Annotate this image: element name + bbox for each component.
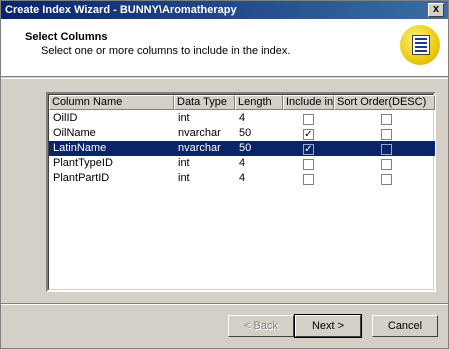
document-icon	[412, 35, 430, 55]
sort-desc-checkbox[interactable]	[381, 114, 392, 125]
cell-length: 50	[239, 142, 252, 154]
wizard-window: Create Index Wizard - BUNNY\Aromatherapy…	[0, 0, 449, 349]
cell-data-type: int	[178, 157, 190, 169]
cell-column-name: PlantTypeID	[53, 157, 113, 169]
include-checkbox[interactable]	[303, 174, 314, 185]
include-checkbox[interactable]: ✓	[303, 144, 314, 155]
table-row[interactable]: PlantTypeID int 4	[49, 156, 435, 171]
cell-column-name: OilID	[53, 112, 78, 124]
cell-data-type: int	[178, 112, 190, 124]
cell-length: 4	[239, 112, 246, 124]
wizard-index-icon	[400, 25, 440, 65]
cell-column-name: LatinName	[53, 142, 107, 154]
columns-grid[interactable]: Column Name Data Type Length Include in.…	[46, 92, 436, 292]
window-title: Create Index Wizard - BUNNY\Aromatherapy	[5, 4, 237, 16]
cell-data-type: nvarchar	[178, 127, 221, 139]
sort-desc-checkbox[interactable]	[381, 174, 392, 185]
column-header-sort-order[interactable]: Sort Order(DESC)	[334, 95, 435, 110]
column-header-length[interactable]: Length	[235, 95, 283, 110]
table-row[interactable]: PlantPartID int 4	[49, 171, 435, 186]
page-subtitle: Select one or more columns to include in…	[41, 45, 291, 57]
back-button[interactable]: < Back	[228, 315, 294, 337]
column-header-name[interactable]: Column Name	[49, 95, 174, 110]
column-header-type[interactable]: Data Type	[174, 95, 235, 110]
grid-header-row: Column Name Data Type Length Include in.…	[49, 95, 435, 110]
cell-length: 4	[239, 172, 246, 184]
sort-desc-checkbox[interactable]	[381, 144, 392, 155]
include-checkbox[interactable]	[303, 159, 314, 170]
cell-length: 4	[239, 157, 246, 169]
table-row[interactable]: OilID int 4	[49, 111, 435, 126]
table-row-selected[interactable]: LatinName nvarchar 50 ✓	[49, 141, 435, 156]
column-header-include[interactable]: Include in...	[283, 95, 334, 110]
footer-divider	[1, 303, 448, 305]
include-checkbox[interactable]: ✓	[303, 129, 314, 140]
cancel-button[interactable]: Cancel	[372, 315, 438, 337]
sort-desc-checkbox[interactable]	[381, 159, 392, 170]
next-button[interactable]: Next >	[294, 314, 362, 338]
header-divider	[1, 78, 448, 79]
cell-column-name: PlantPartID	[53, 172, 110, 184]
title-bar: Create Index Wizard - BUNNY\Aromatherapy…	[1, 1, 448, 19]
cell-data-type: int	[178, 172, 190, 184]
sort-desc-checkbox[interactable]	[381, 129, 392, 140]
cell-length: 50	[239, 127, 252, 139]
page-title: Select Columns	[25, 31, 108, 43]
close-button[interactable]: x	[428, 3, 444, 17]
table-row[interactable]: OilName nvarchar 50 ✓	[49, 126, 435, 141]
include-checkbox[interactable]	[303, 114, 314, 125]
cell-data-type: nvarchar	[178, 142, 221, 154]
wizard-header: Select Columns Select one or more column…	[1, 19, 448, 77]
cell-column-name: OilName	[53, 127, 96, 139]
